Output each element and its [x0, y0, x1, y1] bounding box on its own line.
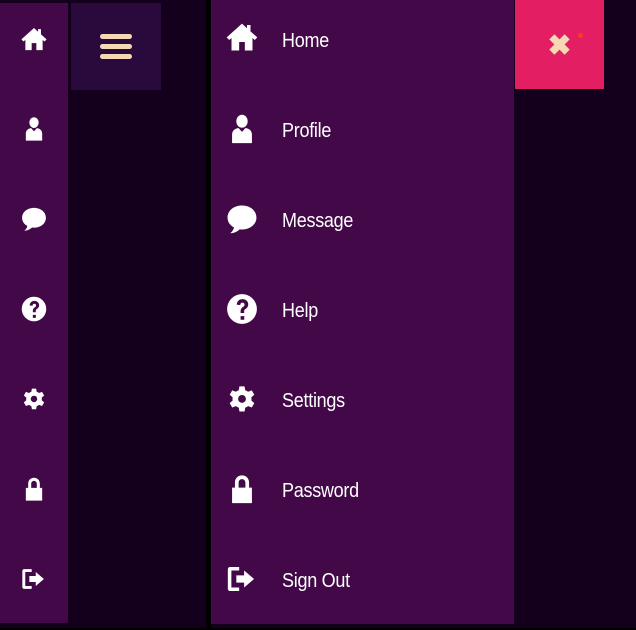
close-menu-button[interactable] — [515, 0, 604, 89]
nav-item-settings[interactable]: Settings — [211, 360, 514, 450]
rail-item-settings[interactable] — [0, 356, 68, 446]
sign-out-icon — [20, 565, 48, 598]
rail-item-help[interactable] — [0, 266, 68, 356]
menu-toggle-button[interactable] — [71, 3, 161, 90]
nav-item-profile[interactable]: Profile — [211, 90, 514, 180]
nav-item-home[interactable]: Home — [211, 0, 514, 90]
user-icon — [225, 112, 259, 146]
nav-item-message[interactable]: Message — [211, 180, 514, 270]
chat-bubble-icon — [20, 205, 48, 238]
expanded-sidebar-panel: Home Profile Message Help Settings Passw… — [211, 0, 636, 628]
nav-item-label: Settings — [282, 390, 345, 412]
home-icon — [20, 25, 48, 58]
help-icon — [20, 295, 48, 328]
help-icon — [225, 292, 259, 326]
nav-item-sign-out[interactable]: Sign Out — [211, 540, 514, 630]
nav-item-help[interactable]: Help — [211, 270, 514, 360]
nav-item-label: Sign Out — [282, 570, 350, 592]
chat-bubble-icon — [225, 202, 259, 236]
rail-item-message[interactable] — [0, 176, 68, 266]
rail-item-password[interactable] — [0, 446, 68, 536]
nav-item-label: Help — [282, 300, 318, 322]
gear-icon — [20, 385, 48, 418]
lock-icon — [20, 475, 48, 508]
nav-drawer: Home Profile Message Help Settings Passw… — [211, 0, 514, 624]
collapsed-sidebar-panel — [0, 0, 206, 628]
lock-icon — [225, 472, 259, 506]
rail-item-home[interactable] — [0, 0, 68, 86]
nav-item-label: Home — [282, 30, 329, 52]
nav-item-label: Message — [282, 210, 354, 232]
nav-item-label: Profile — [282, 120, 332, 142]
notification-dot — [578, 33, 583, 38]
rail-item-sign-out[interactable] — [0, 536, 68, 626]
user-icon — [20, 115, 48, 148]
rail-item-profile[interactable] — [0, 86, 68, 176]
nav-item-label: Password — [282, 480, 359, 502]
sign-out-icon — [225, 562, 259, 596]
home-icon — [225, 22, 259, 56]
nav-item-password[interactable]: Password — [211, 450, 514, 540]
icon-rail — [0, 3, 68, 623]
gear-icon — [225, 382, 259, 416]
